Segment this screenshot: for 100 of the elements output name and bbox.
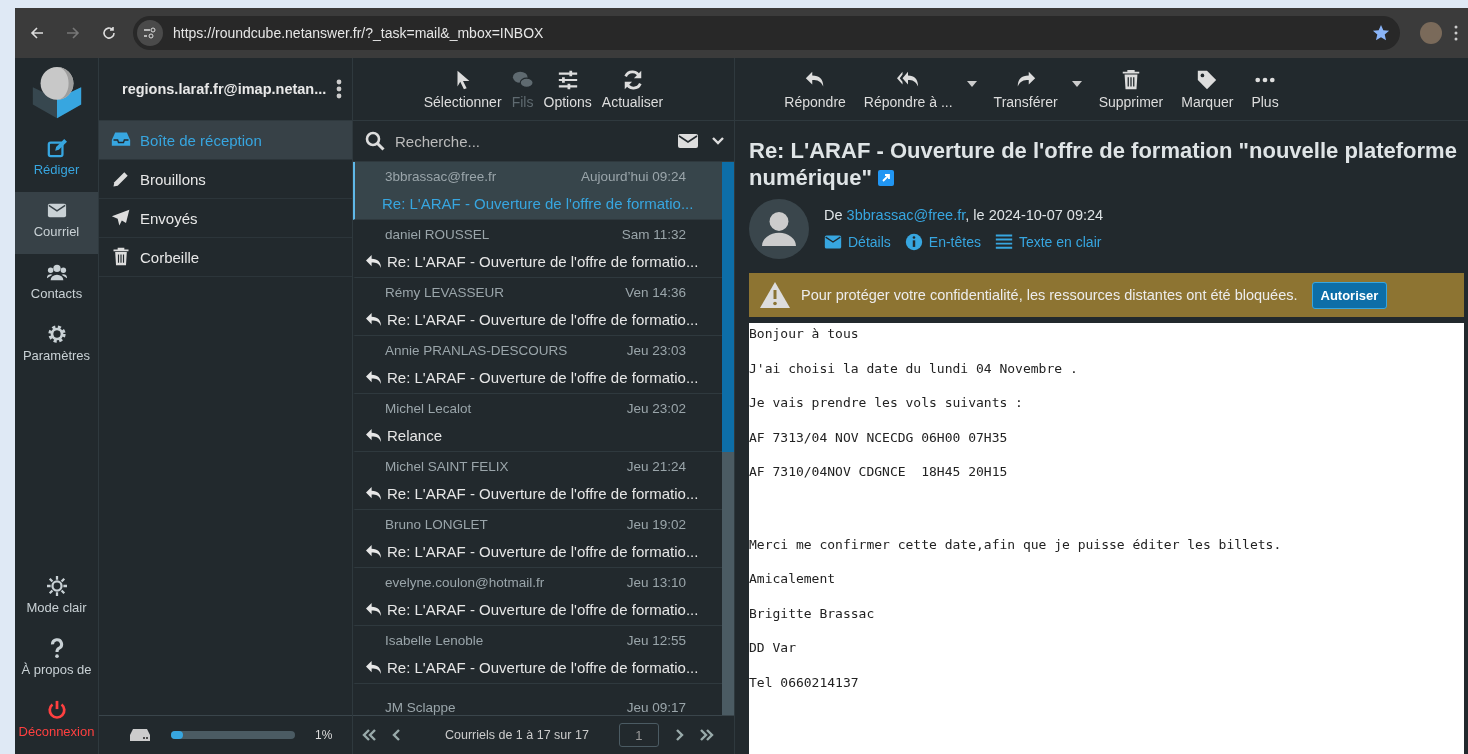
message-count: Courriels de 1 à 17 sur 17	[445, 728, 589, 742]
sender-name: daniel ROUSSEL	[385, 227, 490, 242]
reply-icon	[365, 660, 382, 675]
message-date: Jeu 23:03	[626, 343, 686, 358]
toolbar-button[interactable]: Marquer	[1176, 64, 1239, 114]
sun-icon	[46, 576, 67, 596]
envelope-icon[interactable]	[678, 134, 698, 148]
toolbar-button[interactable]: Répondre	[779, 64, 851, 114]
info-icon	[904, 233, 923, 251]
external-link-icon[interactable]	[878, 170, 894, 186]
account-name: regions.laraf.fr@imap.netan...	[122, 81, 328, 97]
search-icon	[365, 131, 385, 151]
scrollbar[interactable]	[722, 162, 734, 715]
warning-icon	[759, 281, 791, 309]
body-text: DD Var	[749, 640, 797, 655]
nav-item[interactable]: Mode clair	[15, 568, 98, 630]
compose-icon	[46, 138, 67, 158]
message-row[interactable]: 3bbrassac@free.fr Aujourd’hui 09:24 Re: L'ARAF - Ouverture de l'offre de formatio...	[353, 162, 722, 220]
menu-icon[interactable]	[1454, 25, 1458, 41]
nav-item[interactable]: À propos de	[15, 630, 98, 692]
site-settings-icon[interactable]	[137, 20, 163, 46]
header-link[interactable]: En-têtes	[904, 233, 981, 251]
toolbar-button[interactable]: Actualiser	[596, 64, 669, 114]
message-date: Jeu 09:17	[626, 699, 686, 715]
person-silhouette-icon	[762, 212, 796, 246]
lines-icon	[994, 233, 1013, 251]
sender-name: Michel Lecalot	[385, 401, 472, 416]
body-text: Merci me confirmer cette date,afin que je puisse éditer les billets.	[749, 535, 1283, 552]
nav-item[interactable]: Rédiger	[15, 130, 98, 192]
body-text: Tel 0660214137	[749, 674, 860, 690]
reply-icon	[365, 370, 382, 385]
reply-icon	[365, 544, 382, 559]
power-icon	[46, 700, 67, 720]
message-subject: Re: L'ARAF - Ouverture de l'offre de formatio...	[387, 659, 699, 676]
message-subject: Re: L'ARAF - Ouverture de l'offre de formatio...	[387, 253, 699, 270]
caret-icon[interactable]	[966, 80, 977, 87]
nav-item[interactable]: Paramètres	[15, 316, 98, 378]
star-icon[interactable]	[1372, 24, 1390, 42]
folder-item[interactable]: Envoyés	[99, 199, 352, 238]
reply-icon	[365, 428, 382, 443]
forward-icon[interactable]	[65, 25, 81, 41]
folder-item[interactable]: Corbeille	[99, 238, 352, 277]
url-text: https://roundcube.netanswer.fr/?_task=mail&_mbox=INBOX	[173, 25, 545, 41]
pencil-icon	[111, 169, 131, 189]
allow-button[interactable]: Autoriser	[1311, 281, 1388, 309]
sender-name: evelyne.coulon@hotmail.fr	[385, 575, 545, 590]
message-subject: Re: L'ARAF - Ouverture de l'offre de formation "nouvelle plateforme numérique"	[749, 137, 1458, 191]
body-text: Bonjour à tous	[749, 326, 860, 341]
toolbar-button[interactable]: Sélectionner	[418, 64, 507, 114]
sender-email-link[interactable]: 3bbrassac@free.fr	[846, 207, 966, 223]
message-date: Ven 14:36	[625, 285, 686, 300]
toolbar-button[interactable]: Supprimer	[1093, 64, 1169, 114]
nav-item[interactable]: Contacts	[15, 254, 98, 316]
sender-name: Isabelle Lenoble	[385, 633, 484, 648]
reply-icon	[365, 254, 382, 269]
message-date: Aujourd’hui 09:24	[580, 169, 686, 184]
toolbar-button[interactable]: Plus	[1246, 64, 1284, 114]
reply-icon	[365, 602, 382, 617]
sender-name: Rémy LEVASSEUR	[385, 285, 505, 300]
page-field[interactable]: 1	[618, 723, 659, 747]
header-link[interactable]: Détails	[824, 233, 891, 251]
sender-name: Annie PRANLAS-DESCOURS	[385, 343, 568, 358]
caret-icon[interactable]	[1071, 80, 1082, 87]
folder-item[interactable]: Boîte de réception	[99, 121, 352, 160]
message-subject: Re: L'ARAF - Ouverture de l'offre de formatio...	[387, 543, 699, 560]
body-text: AF 7313/04 NOV NCECDG 06H00 07H35	[749, 429, 1009, 445]
nav-item[interactable]: Courriel	[15, 192, 98, 254]
envelope-icon	[824, 233, 842, 251]
body-text: Amicalement	[749, 571, 837, 586]
more-icon[interactable]	[336, 79, 342, 99]
body-text: Je vais prendre les vols suivants :	[749, 395, 1024, 410]
message-subject: Relance	[387, 427, 443, 444]
toolbar-button[interactable]: Options	[538, 64, 597, 114]
address-bar[interactable]: https://roundcube.netanswer.fr/?_task=mail&_mbox=INBOX	[133, 16, 1400, 50]
gear-icon	[46, 324, 67, 344]
sender-name: Michel SAINT FELIX	[385, 459, 509, 474]
chevron-down-icon[interactable]	[712, 137, 724, 145]
reply-icon	[365, 486, 382, 501]
body-text: Brigitte Brassac	[749, 605, 876, 621]
search-field[interactable]: Recherche...	[393, 131, 670, 151]
people-icon	[46, 262, 67, 282]
message-subject: Re: L'ARAF - Ouverture de l'offre de formatio...	[387, 601, 699, 618]
first-page-icon[interactable]	[361, 729, 377, 741]
message-date: Jeu 12:55	[626, 633, 686, 648]
toolbar-button[interactable]: Transférer	[988, 64, 1086, 114]
message-date: Jeu 13:10	[626, 575, 686, 590]
reload-icon[interactable]	[101, 25, 117, 41]
message-subject: Re: L'ARAF - Ouverture de l'offre de formatio...	[387, 485, 699, 502]
body-text: J'ai choisi la date du lundi 04 Novembre .	[749, 360, 1079, 376]
sliders-icon	[556, 68, 579, 91]
last-page-icon[interactable]	[698, 729, 715, 741]
header-link[interactable]: Texte en clair	[994, 233, 1102, 251]
ellipsis-icon	[1255, 76, 1275, 83]
message-date: Jeu 21:24	[626, 459, 686, 474]
toolbar-button[interactable]: Répondre à ...	[858, 64, 981, 114]
nav-item[interactable]: Déconnexion	[15, 692, 98, 754]
tag-icon	[1196, 68, 1219, 91]
folder-item[interactable]: Brouillons	[99, 160, 352, 199]
sender-name: JM Sclappe	[385, 699, 456, 715]
back-icon[interactable]	[29, 25, 45, 41]
